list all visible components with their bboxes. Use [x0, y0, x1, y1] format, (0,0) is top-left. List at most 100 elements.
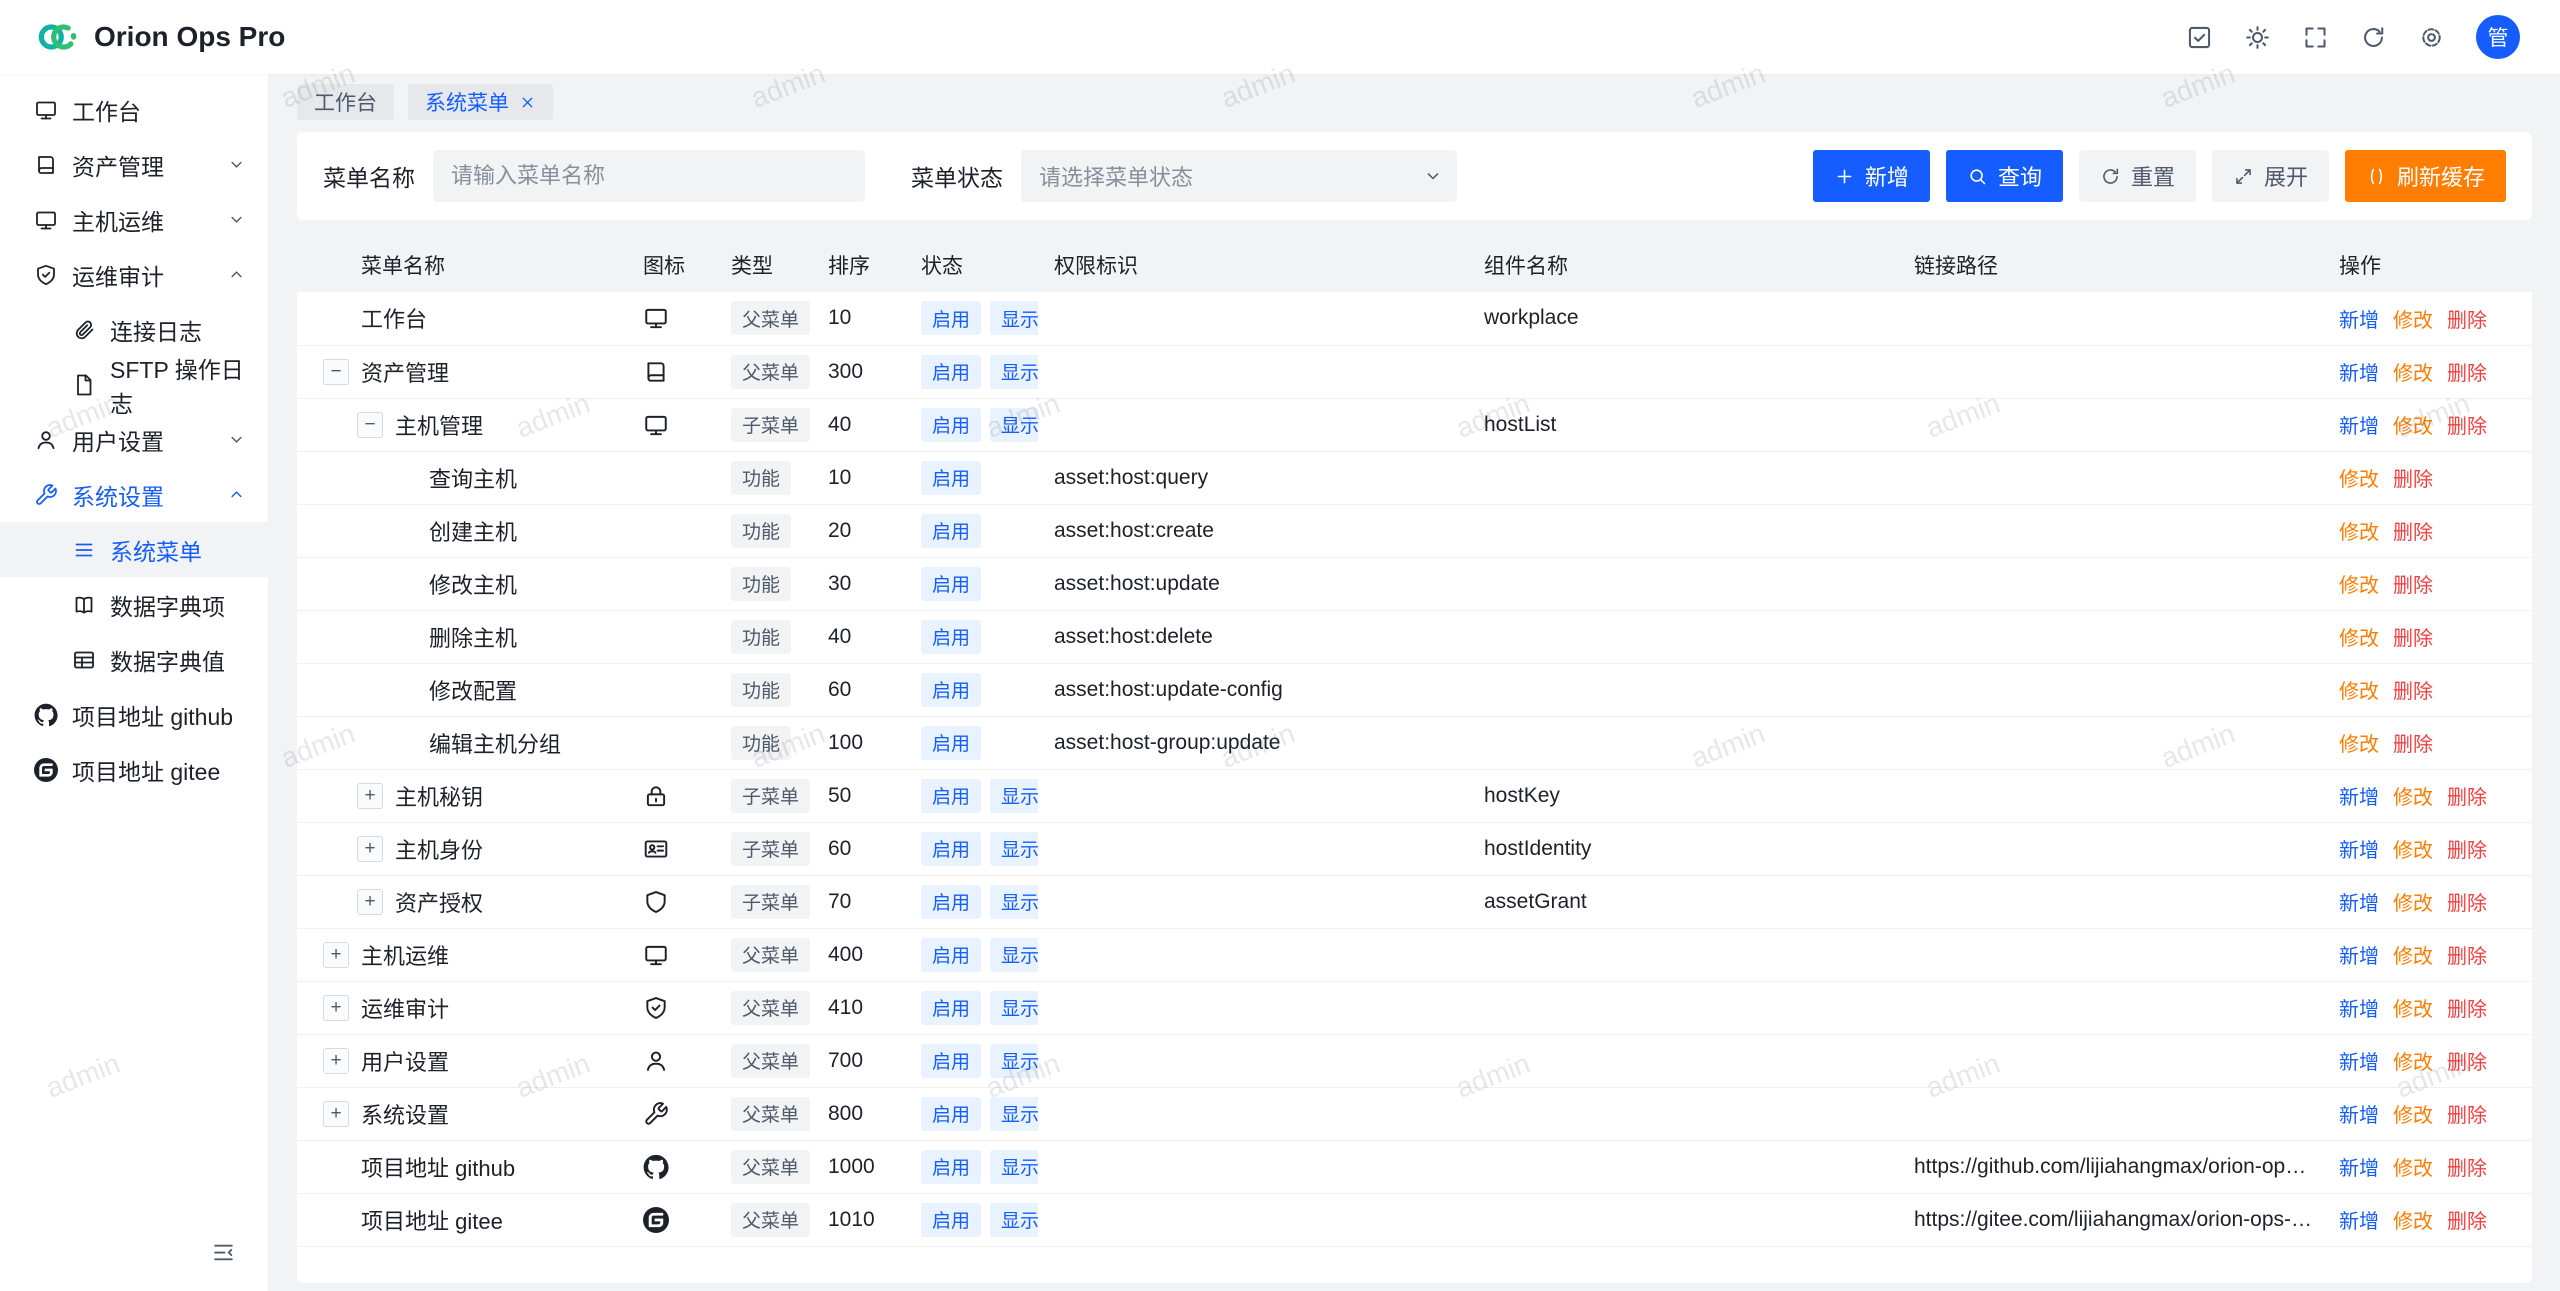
expand-row-button[interactable]: + [357, 836, 383, 862]
add-action-link[interactable]: 新增 [2339, 410, 2379, 439]
add-action-link[interactable]: 新增 [2339, 993, 2379, 1022]
edit-action-link[interactable]: 修改 [2339, 516, 2379, 545]
collapse-row-button[interactable]: − [357, 412, 383, 438]
fullscreen-button[interactable] [2292, 14, 2338, 60]
delete-action-link[interactable]: 删除 [2447, 1205, 2487, 1234]
sidebar-item[interactable]: 用户设置 [0, 412, 268, 467]
menu-name: 删除主机 [429, 621, 517, 653]
add-action-link[interactable]: 新增 [2339, 1046, 2379, 1075]
status-badge: 启用 [921, 301, 981, 335]
add-action-link[interactable]: 新增 [2339, 1152, 2379, 1181]
edit-action-link[interactable]: 修改 [2393, 1046, 2433, 1075]
edit-action-link[interactable]: 修改 [2339, 463, 2379, 492]
sidebar-item[interactable]: 主机运维 [0, 192, 268, 247]
sidebar-item[interactable]: 项目地址 gitee [0, 742, 268, 797]
collapse-row-button[interactable]: − [323, 359, 349, 385]
main-content: 工作台系统菜单 菜单名称 菜单状态 请选择菜单状态 新增 查询 重置 展开 刷新… [269, 74, 2560, 1291]
edit-action-link[interactable]: 修改 [2393, 781, 2433, 810]
sidebar-item[interactable]: 运维审计 [0, 247, 268, 302]
delete-action-link[interactable]: 删除 [2447, 1046, 2487, 1075]
delete-action-link[interactable]: 删除 [2447, 781, 2487, 810]
edit-action-link[interactable]: 修改 [2339, 728, 2379, 757]
edit-action-link[interactable]: 修改 [2393, 1205, 2433, 1234]
add-action-link[interactable]: 新增 [2339, 781, 2379, 810]
refresh-button[interactable] [2350, 14, 2396, 60]
edit-action-link[interactable]: 修改 [2393, 834, 2433, 863]
theme-toggle-button[interactable] [2234, 14, 2280, 60]
delete-action-link[interactable]: 删除 [2447, 834, 2487, 863]
add-action-link[interactable]: 新增 [2339, 1205, 2379, 1234]
delete-action-link[interactable]: 删除 [2447, 993, 2487, 1022]
sidebar-collapse-button[interactable] [200, 1229, 246, 1275]
delete-action-link[interactable]: 删除 [2393, 569, 2433, 598]
sidebar-item[interactable]: 数据字典项 [0, 577, 268, 632]
add-button[interactable]: 新增 [1813, 150, 1930, 202]
menu-name-input[interactable] [433, 150, 865, 202]
delete-action-link[interactable]: 删除 [2393, 622, 2433, 651]
sidebar-item[interactable]: 系统菜单 [0, 522, 268, 577]
delete-action-link[interactable]: 删除 [2447, 1152, 2487, 1181]
edit-action-link[interactable]: 修改 [2339, 675, 2379, 704]
settings-button[interactable] [2408, 14, 2454, 60]
check-square-button[interactable] [2176, 14, 2222, 60]
menu-name: 资产授权 [395, 886, 483, 918]
expand-row-button[interactable]: + [357, 783, 383, 809]
delete-action-link[interactable]: 删除 [2447, 940, 2487, 969]
edit-action-link[interactable]: 修改 [2339, 569, 2379, 598]
desktop-icon [34, 208, 58, 232]
close-icon[interactable] [519, 94, 536, 111]
sidebar-item[interactable]: 连接日志 [0, 302, 268, 357]
tab[interactable]: 系统菜单 [408, 84, 553, 120]
delete-action-link[interactable]: 删除 [2393, 675, 2433, 704]
expand-button[interactable]: 展开 [2212, 150, 2329, 202]
permission-value: asset:host-group:update [1054, 731, 1281, 754]
delete-action-link[interactable]: 删除 [2447, 304, 2487, 333]
delete-action-link[interactable]: 删除 [2393, 516, 2433, 545]
sidebar-item[interactable]: SFTP 操作日志 [0, 357, 268, 412]
add-action-link[interactable]: 新增 [2339, 940, 2379, 969]
delete-action-link[interactable]: 删除 [2393, 463, 2433, 492]
sidebar-item[interactable]: 数据字典值 [0, 632, 268, 687]
edit-action-link[interactable]: 修改 [2393, 1152, 2433, 1181]
edit-action-link[interactable]: 修改 [2393, 357, 2433, 386]
edit-action-link[interactable]: 修改 [2393, 1099, 2433, 1128]
delete-action-link[interactable]: 删除 [2393, 728, 2433, 757]
sidebar-item[interactable]: 项目地址 github [0, 687, 268, 742]
add-action-link[interactable]: 新增 [2339, 887, 2379, 916]
sidebar-item[interactable]: 系统设置 [0, 467, 268, 522]
expand-row-button[interactable]: + [323, 942, 349, 968]
expand-row-button[interactable]: + [323, 995, 349, 1021]
edit-action-link[interactable]: 修改 [2339, 622, 2379, 651]
type-badge: 功能 [731, 673, 791, 707]
edit-action-link[interactable]: 修改 [2393, 940, 2433, 969]
add-action-link[interactable]: 新增 [2339, 1099, 2379, 1128]
query-button[interactable]: 查询 [1946, 150, 2063, 202]
sidebar-item[interactable]: 资产管理 [0, 137, 268, 192]
reset-button[interactable]: 重置 [2079, 150, 2196, 202]
edit-action-link[interactable]: 修改 [2393, 304, 2433, 333]
status-badge: 启用 [921, 832, 981, 866]
sidebar-item[interactable]: 工作台 [0, 82, 268, 137]
edit-action-link[interactable]: 修改 [2393, 993, 2433, 1022]
add-action-link[interactable]: 新增 [2339, 357, 2379, 386]
tab[interactable]: 工作台 [297, 84, 394, 120]
expand-row-button[interactable]: + [323, 1048, 349, 1074]
table-row: +用户设置父菜单700启用显示新增修改删除 [297, 1034, 2532, 1087]
menu-status-select[interactable]: 请选择菜单状态 [1021, 150, 1457, 202]
expand-row-button[interactable]: + [357, 889, 383, 915]
shield-icon [643, 889, 669, 915]
sidebar-item-label: 项目地址 gitee [72, 753, 220, 787]
expand-row-button[interactable]: + [323, 1101, 349, 1127]
delete-action-link[interactable]: 删除 [2447, 887, 2487, 916]
add-action-link[interactable]: 新增 [2339, 834, 2379, 863]
refresh-cache-button[interactable]: 刷新缓存 [2345, 150, 2506, 202]
filter-actions: 新增 查询 重置 展开 刷新缓存 [1813, 150, 2506, 202]
paperclip-icon [72, 318, 96, 342]
edit-action-link[interactable]: 修改 [2393, 887, 2433, 916]
delete-action-link[interactable]: 删除 [2447, 1099, 2487, 1128]
user-avatar[interactable]: 管 [2476, 15, 2520, 59]
delete-action-link[interactable]: 删除 [2447, 357, 2487, 386]
add-action-link[interactable]: 新增 [2339, 304, 2379, 333]
edit-action-link[interactable]: 修改 [2393, 410, 2433, 439]
delete-action-link[interactable]: 删除 [2447, 410, 2487, 439]
